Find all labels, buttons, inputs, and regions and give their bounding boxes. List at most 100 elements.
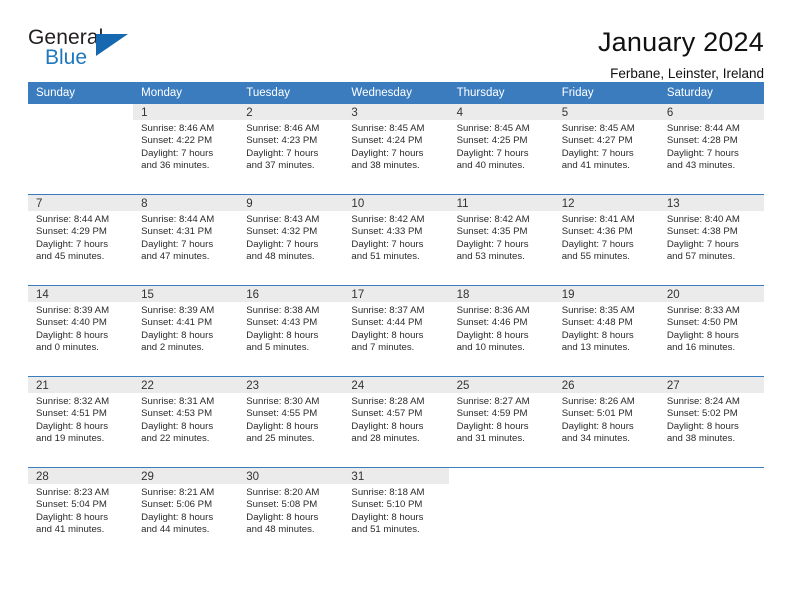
day-number: 20 [658,286,764,302]
day-detail-line: Sunset: 4:44 PM [351,317,423,329]
day-detail-line: and 25 minutes. [246,433,315,445]
day-number [553,468,659,484]
day-detail-line: and 53 minutes. [456,251,525,263]
calendar-day-cell-empty [553,467,659,558]
day-detail-line: and 55 minutes. [561,251,630,263]
day-number: 7 [28,195,134,211]
day-number: 21 [28,377,134,393]
calendar-day-cell[interactable]: 11 Sunrise: 8:42 AM Sunset: 4:35 PM Dayligh… [448,194,554,286]
calendar-day-cell[interactable]: 22 Sunrise: 8:31 AM Sunset: 4:53 PM Dayligh… [133,376,239,468]
calendar-day-cell[interactable]: 7 Sunrise: 8:44 AM Sunset: 4:29 PM Daylight… [28,194,134,286]
day-details [659,484,764,487]
calendar-day-cell[interactable]: 9 Sunrise: 8:43 AM Sunset: 4:32 PM Daylight… [238,194,344,286]
calendar-day-cell[interactable]: 29 Sunrise: 8:21 AM Sunset: 5:06 PM Dayligh… [133,467,239,558]
day-detail-line: Sunset: 5:02 PM [666,408,738,420]
brand-logo[interactable]: General Blue [28,26,138,74]
calendar-day-cell[interactable]: 16 Sunrise: 8:38 AM Sunset: 4:43 PM Dayligh… [238,285,344,377]
day-detail-line: and 57 minutes. [666,251,736,263]
day-detail-line: Sunrise: 8:33 AM [666,305,740,316]
day-number: 13 [658,195,764,211]
calendar-day-cell[interactable]: 28 Sunrise: 8:23 AM Sunset: 5:04 PM Dayligh… [28,467,134,558]
day-detail-line: Sunrise: 8:44 AM [666,123,740,134]
weekday-header-thursday: Thursday [448,82,554,104]
day-detail-line: Sunset: 4:33 PM [351,226,423,238]
calendar-day-cell[interactable]: 14 Sunrise: 8:39 AM Sunset: 4:40 PM Dayligh… [28,285,134,377]
day-details: Sunrise: 8:38 AM Sunset: 4:43 PM Daylight:… [238,302,343,355]
day-detail-line: Sunset: 4:31 PM [141,226,213,238]
day-detail-line: Daylight: 7 hours [666,147,739,159]
calendar-day-cell[interactable]: 21 Sunrise: 8:32 AM Sunset: 4:51 PM Dayligh… [28,376,134,468]
day-detail-line: and 36 minutes. [141,160,210,172]
day-detail-line: Sunrise: 8:42 AM [456,214,530,225]
day-detail-line: Daylight: 7 hours [351,238,424,250]
calendar-day-cell[interactable]: 1 Sunrise: 8:46 AM Sunset: 4:22 PM Daylight… [133,104,239,195]
calendar-day-cell[interactable]: 10 Sunrise: 8:42 AM Sunset: 4:33 PM Dayligh… [343,194,449,286]
day-number: 9 [238,195,344,211]
day-details: Sunrise: 8:41 AM Sunset: 4:36 PM Daylight:… [554,211,659,264]
day-detail-line: and 41 minutes. [36,524,105,536]
day-details: Sunrise: 8:32 AM Sunset: 4:51 PM Daylight:… [28,393,133,446]
day-details: Sunrise: 8:35 AM Sunset: 4:48 PM Daylight:… [554,302,659,355]
calendar-day-cell[interactable]: 26 Sunrise: 8:26 AM Sunset: 5:01 PM Dayligh… [553,376,659,468]
day-details: Sunrise: 8:31 AM Sunset: 4:53 PM Daylight:… [133,393,238,446]
calendar-day-cell[interactable]: 12 Sunrise: 8:41 AM Sunset: 4:36 PM Dayligh… [553,194,659,286]
day-detail-line: and 45 minutes. [36,251,105,263]
day-details: Sunrise: 8:39 AM Sunset: 4:41 PM Daylight:… [133,302,238,355]
day-detail-line: Daylight: 8 hours [561,329,634,341]
weekday-header-wednesday: Wednesday [343,82,449,104]
day-details: Sunrise: 8:46 AM Sunset: 4:23 PM Daylight:… [238,120,343,173]
day-detail-line: and 43 minutes. [666,160,736,172]
day-detail-line: Sunrise: 8:20 AM [246,487,320,498]
calendar-day-cell[interactable]: 6 Sunrise: 8:44 AM Sunset: 4:28 PM Daylight… [658,104,764,195]
calendar-day-cell[interactable]: 24 Sunrise: 8:28 AM Sunset: 4:57 PM Dayligh… [343,376,449,468]
day-detail-line: and 51 minutes. [351,524,420,536]
calendar-day-cell[interactable]: 19 Sunrise: 8:35 AM Sunset: 4:48 PM Dayligh… [553,285,659,377]
day-details: Sunrise: 8:27 AM Sunset: 4:59 PM Daylight:… [449,393,554,446]
day-detail-line: Daylight: 7 hours [246,238,319,250]
calendar-day-cell[interactable]: 23 Sunrise: 8:30 AM Sunset: 4:55 PM Dayligh… [238,376,344,468]
calendar-day-cell[interactable]: 17 Sunrise: 8:37 AM Sunset: 4:44 PM Dayligh… [343,285,449,377]
calendar-day-cell[interactable]: 3 Sunrise: 8:45 AM Sunset: 4:24 PM Daylight… [343,104,449,195]
day-detail-line: Daylight: 7 hours [351,147,424,159]
day-detail-line: Sunset: 4:50 PM [666,317,738,329]
day-detail-line: Sunset: 4:27 PM [561,135,633,147]
day-number: 18 [448,286,554,302]
day-detail-line: and 34 minutes. [561,433,630,445]
calendar-day-cell[interactable]: 8 Sunrise: 8:44 AM Sunset: 4:31 PM Daylight… [133,194,239,286]
day-detail-line: Daylight: 8 hours [141,511,214,523]
day-detail-line: and 41 minutes. [561,160,630,172]
day-detail-line: Sunrise: 8:23 AM [36,487,110,498]
day-detail-line: and 19 minutes. [36,433,105,445]
day-detail-line: and 48 minutes. [246,251,315,263]
day-detail-line: Daylight: 7 hours [141,238,214,250]
day-detail-line: and 44 minutes. [141,524,210,536]
calendar-day-cell[interactable]: 2 Sunrise: 8:46 AM Sunset: 4:23 PM Daylight… [238,104,344,195]
calendar-day-cell[interactable]: 31 Sunrise: 8:18 AM Sunset: 5:10 PM Dayligh… [343,467,449,558]
day-detail-line: and 2 minutes. [141,342,205,354]
day-details: Sunrise: 8:42 AM Sunset: 4:35 PM Daylight:… [449,211,554,264]
calendar-day-cell[interactable]: 20 Sunrise: 8:33 AM Sunset: 4:50 PM Dayligh… [658,285,764,377]
day-detail-line: Sunrise: 8:45 AM [456,123,530,134]
calendar-day-cell[interactable]: 4 Sunrise: 8:45 AM Sunset: 4:25 PM Daylight… [448,104,554,195]
calendar-day-cell[interactable]: 18 Sunrise: 8:36 AM Sunset: 4:46 PM Dayligh… [448,285,554,377]
day-detail-line: Sunrise: 8:43 AM [246,214,320,225]
day-details: Sunrise: 8:21 AM Sunset: 5:06 PM Daylight:… [133,484,238,537]
calendar-day-cell[interactable]: 27 Sunrise: 8:24 AM Sunset: 5:02 PM Dayligh… [658,376,764,468]
day-number: 23 [238,377,344,393]
day-detail-line: Sunrise: 8:39 AM [141,305,215,316]
calendar-day-cell[interactable]: 30 Sunrise: 8:20 AM Sunset: 5:08 PM Dayligh… [238,467,344,558]
day-detail-line: Sunset: 4:41 PM [141,317,213,329]
calendar-day-cell[interactable]: 13 Sunrise: 8:40 AM Sunset: 4:38 PM Dayligh… [658,194,764,286]
day-detail-line: Sunrise: 8:42 AM [351,214,425,225]
calendar-day-cell[interactable]: 5 Sunrise: 8:45 AM Sunset: 4:27 PM Daylight… [553,104,659,195]
day-number: 4 [448,104,554,120]
calendar-day-cell[interactable]: 15 Sunrise: 8:39 AM Sunset: 4:41 PM Dayligh… [133,285,239,377]
day-number: 22 [133,377,239,393]
calendar-day-cell[interactable]: 25 Sunrise: 8:27 AM Sunset: 4:59 PM Dayligh… [448,376,554,468]
day-detail-line: Sunrise: 8:28 AM [351,396,425,407]
weekday-header-friday: Friday [553,82,659,104]
day-details: Sunrise: 8:44 AM Sunset: 4:28 PM Daylight:… [659,120,764,173]
day-number [28,104,134,120]
brand-name-bottom: Blue [45,46,88,69]
day-detail-line: and 0 minutes. [36,342,99,354]
